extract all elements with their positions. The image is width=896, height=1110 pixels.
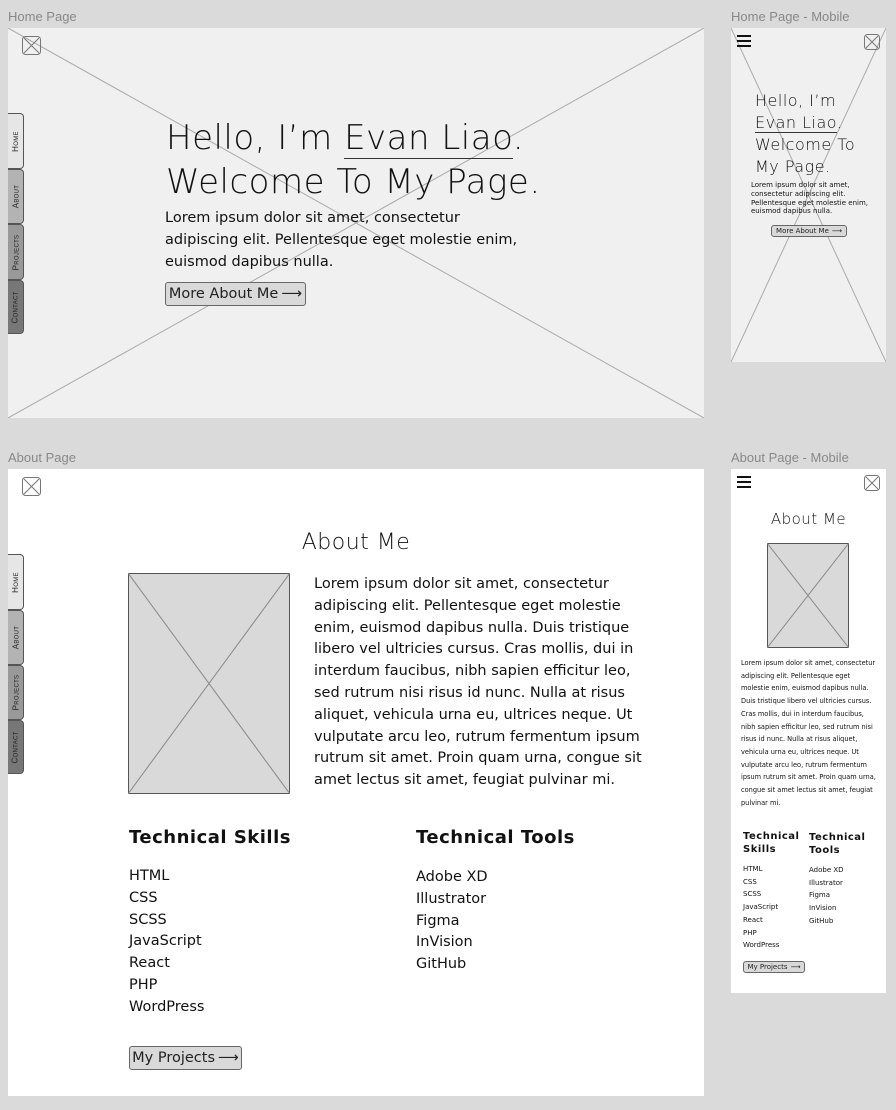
tool-item: Figma [809,891,831,900]
about-page-artboard: About Me Lorem ipsum dolor sit amet, con… [8,469,704,1096]
hero-greeting: Hello, I’m [166,118,345,158]
more-about-me-button[interactable]: More About Me ⟶ [165,282,306,306]
tab-projects[interactable]: Projects [8,224,24,280]
home-page-artboard: Hello, I’m Evan Liao. Welcome To My Page… [8,28,704,418]
tools-title: Technical Tools [809,831,865,857]
tab-label: Projects [11,674,20,711]
hamburger-menu-icon[interactable] [737,35,751,50]
about-paragraph: Lorem ipsum dolor sit amet, consectetur … [314,576,642,789]
my-projects-button[interactable]: My Projects ⟶ [129,1046,242,1070]
skills-title: Technical Skills [743,830,799,856]
home-mobile-artboard: Hello, I’m Evan Liao. Welcome To My Page… [731,28,886,362]
logo-placeholder-icon[interactable] [864,475,880,491]
skill-item: SCSS [129,911,167,928]
skills-title-line: Technical [743,831,800,842]
about-title: About Me [770,510,847,528]
skill-item: SCSS [743,890,762,899]
skill-item: CSS [743,877,757,886]
skill-item: PHP [743,928,757,937]
tab-label: Projects [11,234,20,270]
tool-item: Illustrator [809,878,843,887]
hero-welcome-2: My Page. [755,157,831,176]
tools-list: Adobe XD Illustrator Figma InVision GitHub [416,867,488,976]
hamburger-menu-icon[interactable] [737,476,751,491]
about-title: About Me [301,530,411,555]
hero-period: . [836,113,843,132]
profile-image-placeholder [128,573,290,794]
skill-item: HTML [743,865,763,873]
tab-contact[interactable]: Contact [8,280,24,334]
skill-item: WordPress [129,998,205,1015]
tab-home[interactable]: Home [8,113,24,169]
hero-heading: Hello, I’m Evan Liao. Welcome To My Page… [755,90,855,178]
my-projects-button[interactable]: My Projects ⟶ [743,961,805,973]
hero-name: Evan Liao [755,113,837,133]
profile-image-placeholder [767,543,849,648]
artboard-label-about-mobile: About Page - Mobile [731,450,849,465]
button-label: My Projects [747,963,788,971]
tool-item: InVision [809,904,837,913]
hero-welcome: Welcome To My Page. [166,162,541,202]
hero-heading: Hello, I’m Evan Liao. Welcome To My Page… [166,116,541,204]
skill-item: React [743,915,763,924]
skills-list: HTML CSS SCSS JavaScript React PHP WordPress [129,866,204,1019]
tools-title: Technical Tools [416,827,575,848]
tab-label: About [11,184,21,209]
hero-greeting: Hello, I’m [755,91,837,110]
tab-about[interactable]: About [8,169,24,224]
skill-item: HTML [129,868,170,884]
tool-item: GitHub [416,956,467,973]
logo-placeholder-icon[interactable] [864,34,880,50]
hero-welcome: Welcome To [755,135,856,154]
tool-item: Adobe XD [416,869,488,885]
tool-item: Adobe XD [809,866,844,874]
hero-paragraph: Lorem ipsum dolor sit amet, consectetur … [751,181,869,216]
about-mobile-artboard: About Me Lorem ipsum dolor sit amet, con… [731,469,886,993]
tab-projects[interactable]: Projects [8,665,24,720]
skill-item: CSS [129,889,158,906]
skill-item: WordPress [743,941,780,950]
artboard-label-home: Home Page [8,9,77,24]
tool-item: InVision [416,934,473,951]
arrow-right-icon: ⟶ [218,1050,239,1066]
skill-item: JavaScript [129,933,202,950]
tab-label: Home [11,571,20,593]
tab-label: Home [11,130,20,152]
tab-label: About [11,625,21,650]
tool-item: Figma [416,912,460,929]
skills-title: Technical Skills [129,827,291,848]
skills-list: HTML CSS SCSS JavaScript React PHP WordPress [743,863,779,952]
logo-placeholder-icon[interactable] [22,477,41,496]
hero-period: . [512,118,525,158]
skill-item: React [129,955,170,972]
logo-placeholder-icon[interactable] [22,36,41,55]
button-label: My Projects [132,1050,216,1066]
more-about-me-button[interactable]: More About Me ⟶ [771,225,847,237]
skills-title-line: Skills [743,844,777,855]
tools-title-line: Technical [809,832,866,843]
tools-list: Adobe XD Illustrator Figma InVision GitHub [809,864,844,928]
artboard-label-about: About Page [8,450,76,465]
about-paragraph: Lorem ipsum dolor sit amet, consectetur … [741,659,876,807]
tab-home[interactable]: Home [8,554,24,610]
button-label: More About Me [776,227,829,235]
hero-paragraph: Lorem ipsum dolor sit amet, consectetur … [165,210,518,270]
button-label: More About Me [168,286,279,302]
hero-name: Evan Liao [344,118,513,159]
tools-title-line: Tools [809,845,841,856]
tab-label: Contact [11,290,21,324]
tool-item: GitHub [809,916,834,925]
skill-item: JavaScript [743,903,779,912]
artboard-label-home-mobile: Home Page - Mobile [731,9,850,24]
arrow-right-icon: ⟶ [281,286,303,302]
tab-label: Contact [11,730,21,764]
arrow-right-icon: ⟶ [790,963,801,971]
tool-item: Illustrator [416,890,487,907]
tab-about[interactable]: About [8,610,24,665]
skill-item: PHP [129,976,158,993]
tab-contact[interactable]: Contact [8,720,24,774]
arrow-right-icon: ⟶ [831,227,842,235]
